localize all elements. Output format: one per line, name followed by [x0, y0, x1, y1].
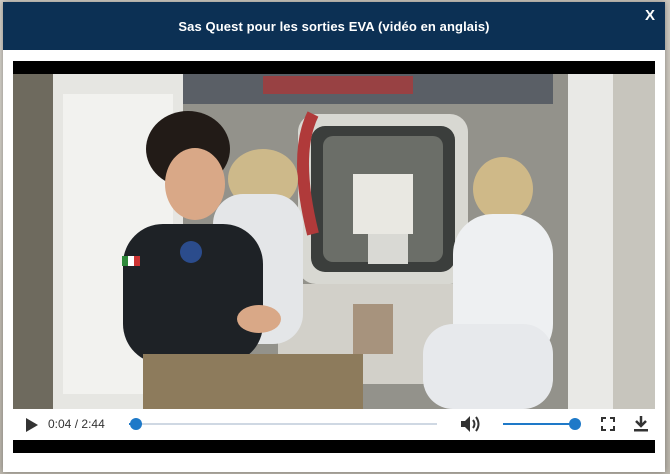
player-controls: 0:04 / 2:44: [13, 409, 655, 440]
volume-slider[interactable]: [503, 418, 581, 430]
download-icon[interactable]: [633, 415, 649, 433]
fullscreen-icon[interactable]: [601, 417, 615, 431]
modal-title: Sas Quest pour les sorties EVA (vidéo en…: [178, 18, 490, 34]
progress-handle[interactable]: [130, 418, 143, 430]
volume-handle[interactable]: [569, 418, 581, 430]
video-player[interactable]: 0:04 / 2:44: [13, 61, 655, 453]
close-button[interactable]: X: [642, 7, 658, 25]
play-icon[interactable]: [25, 417, 39, 433]
video-frame[interactable]: [13, 74, 655, 409]
duration: 2:44: [81, 417, 105, 431]
progress-bar[interactable]: [129, 418, 437, 430]
time-separator: /: [74, 417, 79, 431]
current-time: 0:04: [48, 417, 72, 431]
modal-header: Sas Quest pour les sorties EVA (vidéo en…: [3, 2, 665, 50]
time-display: 0:04 / 2:44: [48, 417, 105, 431]
volume-fill: [503, 423, 575, 425]
speaker-icon[interactable]: [460, 415, 482, 433]
video-modal: Sas Quest pour les sorties EVA (vidéo en…: [3, 2, 665, 472]
video-still: [13, 74, 655, 409]
